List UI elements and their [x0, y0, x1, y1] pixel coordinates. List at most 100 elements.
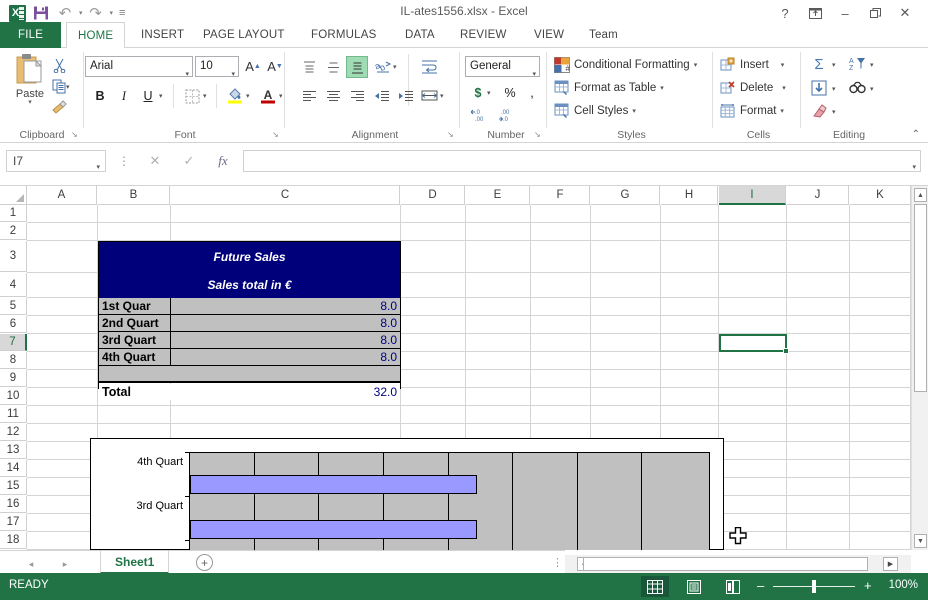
column-header-c[interactable]: C: [171, 186, 400, 205]
fill-dropdown-icon[interactable]: ▾: [832, 85, 836, 93]
clear-button[interactable]: [808, 100, 830, 122]
fill-button[interactable]: [808, 77, 830, 99]
name-box[interactable]: I7 ▾: [6, 150, 106, 172]
increase-decimal-button[interactable]: .00.0: [497, 104, 519, 126]
row-header-2[interactable]: 2: [0, 223, 27, 240]
tab-home[interactable]: HOME: [66, 22, 125, 49]
top-align-button[interactable]: [298, 56, 320, 78]
format-painter-button[interactable]: [48, 97, 70, 117]
decrease-indent-button[interactable]: [371, 85, 393, 107]
restore-button[interactable]: [860, 2, 890, 24]
scroll-down-button[interactable]: ▼: [914, 534, 927, 548]
column-header-e[interactable]: E: [466, 186, 530, 205]
sheet-tab-sheet1[interactable]: Sheet1: [100, 551, 169, 574]
select-all-button[interactable]: [0, 186, 27, 205]
cell-styles-button[interactable]: Cell Styles ▾: [554, 100, 636, 122]
underline-button[interactable]: U: [137, 85, 159, 107]
tab-data[interactable]: DATA: [394, 22, 446, 48]
fill-color-button[interactable]: [224, 84, 246, 106]
sort-filter-button[interactable]: AZ: [846, 53, 868, 75]
number-dialog-launcher[interactable]: ↘: [534, 130, 544, 140]
row-header-1[interactable]: 1: [0, 205, 27, 222]
worksheet-grid[interactable]: A B C D E F G H I J K 1 2 3 4 5 6 7 8 9 …: [0, 186, 928, 550]
align-right-button[interactable]: [346, 85, 368, 107]
middle-align-button[interactable]: [322, 56, 344, 78]
orientation-button[interactable]: ab: [372, 56, 394, 78]
column-header-f[interactable]: F: [531, 186, 590, 205]
paste-button[interactable]: Paste ▾: [8, 53, 52, 115]
font-color-dropdown-icon[interactable]: ▾: [279, 92, 283, 100]
decrease-font-size-button[interactable]: A▼: [265, 56, 285, 77]
insert-function-button[interactable]: fx: [210, 150, 236, 172]
delete-button[interactable]: Delete ▾: [720, 77, 786, 99]
row-header-9[interactable]: 9: [0, 370, 27, 387]
row-header-15[interactable]: 15: [0, 478, 27, 495]
comma-format-button[interactable]: ,: [521, 82, 543, 104]
sheet-split-handle[interactable]: ⋮: [552, 556, 563, 569]
row-header-11[interactable]: 11: [0, 406, 27, 423]
clipboard-dialog-launcher[interactable]: ↘: [71, 130, 81, 140]
format-dropdown-icon[interactable]: ▾: [780, 107, 784, 115]
format-button[interactable]: Format ▾: [720, 100, 784, 122]
wrap-text-button[interactable]: [418, 56, 440, 78]
row-header-12[interactable]: 12: [0, 424, 27, 441]
page-break-preview-button[interactable]: [719, 576, 747, 597]
row-header-16[interactable]: 16: [0, 496, 27, 513]
merge-center-dropdown-icon[interactable]: ▾: [440, 92, 444, 100]
autosum-button[interactable]: Σ: [808, 53, 830, 75]
vertical-scrollbar[interactable]: ▲ ▼: [911, 186, 928, 550]
tab-file[interactable]: FILE: [0, 22, 61, 48]
bottom-align-button[interactable]: [346, 56, 368, 78]
vertical-scroll-thumb[interactable]: [914, 204, 927, 392]
increase-indent-button[interactable]: [395, 85, 417, 107]
row-header-4[interactable]: 4: [0, 273, 27, 297]
accounting-format-button[interactable]: $: [467, 82, 489, 104]
collapse-ribbon-button[interactable]: ⌃: [912, 129, 920, 140]
borders-dropdown-icon[interactable]: ▾: [203, 92, 207, 100]
row-header-5[interactable]: 5: [0, 298, 27, 315]
insert-dropdown-icon[interactable]: ▾: [781, 61, 785, 69]
alignment-dialog-launcher[interactable]: ↘: [447, 130, 457, 140]
tab-insert[interactable]: INSERT: [130, 22, 195, 48]
page-layout-view-button[interactable]: [680, 576, 708, 597]
horizontal-scroll-thumb[interactable]: [583, 557, 868, 571]
next-sheet-button[interactable]: ▸: [56, 556, 74, 572]
conditional-formatting-button[interactable]: # Conditional Formatting ▾: [554, 54, 697, 76]
clear-dropdown-icon[interactable]: ▾: [832, 108, 836, 116]
name-box-dropdown-icon[interactable]: ▾: [96, 158, 100, 178]
accounting-dropdown-icon[interactable]: ▾: [487, 89, 491, 97]
ribbon-display-options-button[interactable]: [800, 2, 830, 24]
percent-format-button[interactable]: %: [499, 82, 521, 104]
expand-formula-bar-icon[interactable]: ▾: [912, 158, 916, 178]
row-header-6[interactable]: 6: [0, 316, 27, 333]
previous-sheet-button[interactable]: ◂: [22, 556, 40, 572]
enter-formula-button[interactable]: ✓: [176, 150, 202, 172]
autosum-dropdown-icon[interactable]: ▾: [832, 61, 836, 69]
sales-bar-chart[interactable]: 4th Quart 3rd Quart: [90, 438, 724, 550]
increase-font-size-button[interactable]: A▲: [243, 56, 263, 77]
find-select-button[interactable]: [846, 77, 868, 99]
align-left-button[interactable]: [298, 85, 320, 107]
formula-input[interactable]: ▾: [243, 150, 921, 172]
format-as-table-dropdown-icon[interactable]: ▾: [660, 84, 664, 92]
font-name-dropdown-icon[interactable]: ▾: [185, 65, 189, 84]
normal-view-button[interactable]: [641, 576, 669, 597]
row-header-3[interactable]: 3: [0, 241, 27, 272]
tab-page-layout[interactable]: PAGE LAYOUT: [192, 22, 296, 48]
zoom-out-button[interactable]: –: [757, 579, 764, 593]
help-button[interactable]: ?: [770, 2, 800, 24]
orientation-dropdown-icon[interactable]: ▾: [393, 63, 397, 71]
tab-view[interactable]: VIEW: [523, 22, 575, 48]
delete-dropdown-icon[interactable]: ▾: [782, 84, 786, 92]
format-as-table-button[interactable]: Format as Table ▾: [554, 77, 664, 99]
column-header-d[interactable]: D: [401, 186, 465, 205]
tab-formulas[interactable]: FORMULAS: [300, 22, 388, 48]
insert-button[interactable]: Insert ▾: [720, 54, 784, 76]
column-header-j[interactable]: J: [787, 186, 849, 205]
tab-team[interactable]: Team: [578, 22, 629, 48]
cell-styles-dropdown-icon[interactable]: ▾: [632, 107, 636, 115]
row-header-7[interactable]: 7: [0, 334, 27, 351]
column-header-a[interactable]: A: [27, 186, 97, 205]
column-header-h[interactable]: H: [661, 186, 718, 205]
sort-filter-dropdown-icon[interactable]: ▾: [870, 61, 874, 69]
